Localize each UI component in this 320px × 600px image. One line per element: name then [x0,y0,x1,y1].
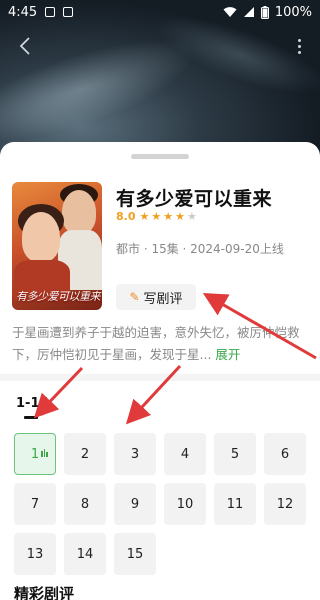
episode-button[interactable]: 3 [114,433,156,475]
more-options-button[interactable] [292,34,306,58]
episode-number: 13 [26,546,44,562]
sheet-grabber[interactable] [131,154,189,159]
episode-number: 4 [180,446,190,462]
write-review-label: 写剧评 [143,291,183,307]
expand-link[interactable]: 展开 [215,347,240,362]
description-text: 于星画遭到养子于越的迫害，意外失忆，被厉仲恺救下，厉仲恺初见于星画，发现于星..… [12,325,300,362]
episode-button[interactable]: 15 [114,533,156,575]
section-divider [0,374,320,381]
episode-button[interactable]: 13 [14,533,56,575]
episode-number: 6 [280,446,290,462]
episode-grid: 1 2 3 4 5 6 7 8 9 10 11 12 13 14 15 [14,433,308,575]
drama-title: 有多少爱可以重来 [116,188,273,210]
episode-number: 2 [80,446,90,462]
episode-number: 1 [30,446,40,462]
back-button[interactable] [14,34,36,58]
drama-poster: 有多少爱可以重来 [12,182,102,310]
episode-number: 12 [276,496,294,512]
episode-number: 8 [80,496,90,512]
episode-number: 3 [130,446,140,462]
episode-button[interactable]: 2 [64,433,106,475]
episode-number: 9 [130,496,140,512]
rating-score: 8.0 [116,210,136,223]
pencil-icon: ✎ [129,290,140,304]
episode-button[interactable]: 8 [64,483,106,525]
star-empty-icon: ★ [187,210,197,223]
episode-button[interactable]: 1 [14,433,56,475]
episode-button[interactable]: 4 [164,433,206,475]
episode-button[interactable]: 5 [214,433,256,475]
episode-number: 14 [76,546,94,562]
signal-icon [243,7,254,17]
episode-button[interactable]: 6 [264,433,306,475]
episode-number: 5 [230,446,240,462]
drama-detail-sheet: 有多少爱可以重来 有多少爱可以重来 8.0 ★ ★ ★ ★ ★ 都市 · 15集… [0,142,320,600]
episode-button[interactable]: 7 [14,483,56,525]
write-review-button[interactable]: ✎ 写剧评 [116,284,196,310]
episode-button[interactable]: 11 [214,483,256,525]
episode-number: 7 [30,496,40,512]
notification-icon [45,7,56,17]
battery-icon [260,5,269,19]
battery-percent: 100% [274,4,312,20]
episode-number: 15 [126,546,144,562]
rating: 8.0 ★ ★ ★ ★ ★ [116,210,197,223]
poster-title: 有多少爱可以重来 [16,290,101,303]
star-icon: ★ [163,210,174,223]
drama-description: 于星画遭到养子于越的迫害，意外失忆，被厉仲恺救下，厉仲恺初见于星画，发现于星..… [12,322,312,366]
episode-button[interactable]: 14 [64,533,106,575]
chevron-left-icon [20,37,30,55]
episode-button[interactable]: 9 [114,483,156,525]
episode-number: 10 [176,496,194,512]
episode-button[interactable]: 10 [164,483,206,525]
star-icon: ★ [151,210,162,223]
image-notification-icon [63,7,74,17]
playing-indicator-icon [41,449,48,457]
tab-episode-range[interactable]: 1-15 [16,396,49,411]
tab-underline [24,416,38,419]
reviews-section-title: 精彩剧评 [14,585,75,600]
episode-button[interactable]: 12 [264,483,306,525]
wifi-icon [223,7,237,17]
star-icon: ★ [139,210,150,223]
status-bar: 4:45 100% [0,0,320,24]
drama-meta: 都市 · 15集 · 2024-09-20上线 [116,242,284,256]
status-time: 4:45 [8,4,38,20]
star-icon: ★ [175,210,185,223]
episode-number: 11 [226,496,244,512]
top-nav [0,32,320,60]
